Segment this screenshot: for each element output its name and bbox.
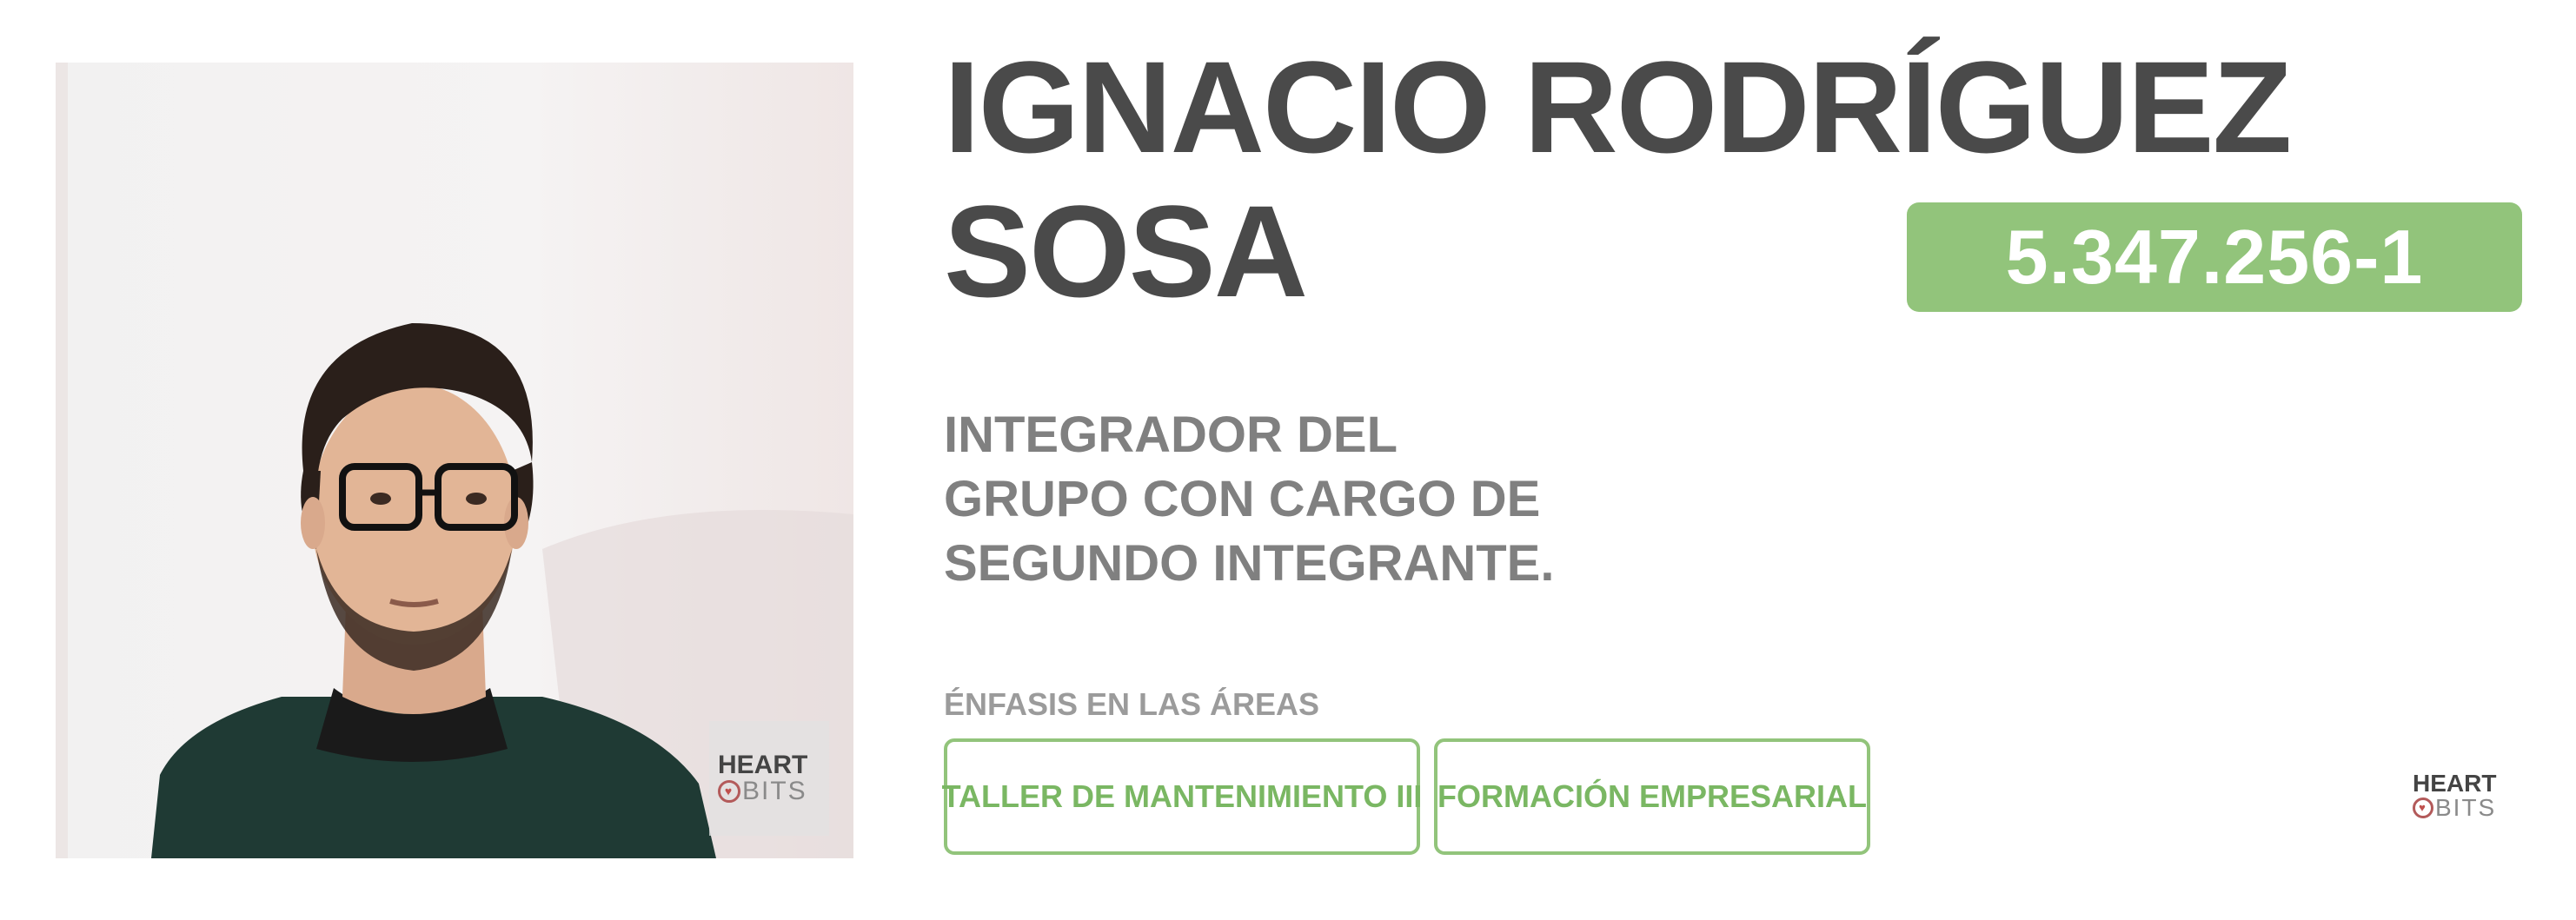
role-line-3: SEGUNDO INTEGRANTE. xyxy=(944,535,1555,592)
area-chip-formacion: FORMACIÓN EMPRESARIAL xyxy=(1434,738,1870,855)
corner-logo-bits-row: BITS xyxy=(2413,796,2496,820)
logo-bits-row: BITS xyxy=(718,778,807,804)
role-description: INTEGRADOR DEL GRUPO CON CARGO DE SEGUND… xyxy=(944,403,1555,596)
corner-logo-heart-text: HEART xyxy=(2413,770,2497,797)
id-number-badge: 5.347.256-1 xyxy=(1907,202,2522,312)
role-line-1: INTEGRADOR DEL xyxy=(944,407,1398,463)
photo-watermark-logo: HEART BITS xyxy=(709,721,829,836)
logo-heart-text: HEART xyxy=(718,751,808,779)
name-line-1: IGNACIO RODRÍGUEZ xyxy=(944,34,2292,180)
corner-logo: HEART BITS xyxy=(2413,771,2517,841)
areas-heading: ÉNFASIS EN LAS ÁREAS xyxy=(944,686,1320,722)
role-line-2: GRUPO CON CARGO DE xyxy=(944,471,1541,527)
profile-photo: HEART BITS xyxy=(56,63,853,858)
area-chip-taller: TALLER DE MANTENIMIENTO III xyxy=(942,738,1422,855)
heart-icon xyxy=(718,780,740,803)
heart-icon xyxy=(2413,798,2433,818)
corner-logo-bits-text: BITS xyxy=(2435,794,2497,821)
logo-bits-text: BITS xyxy=(742,777,807,805)
